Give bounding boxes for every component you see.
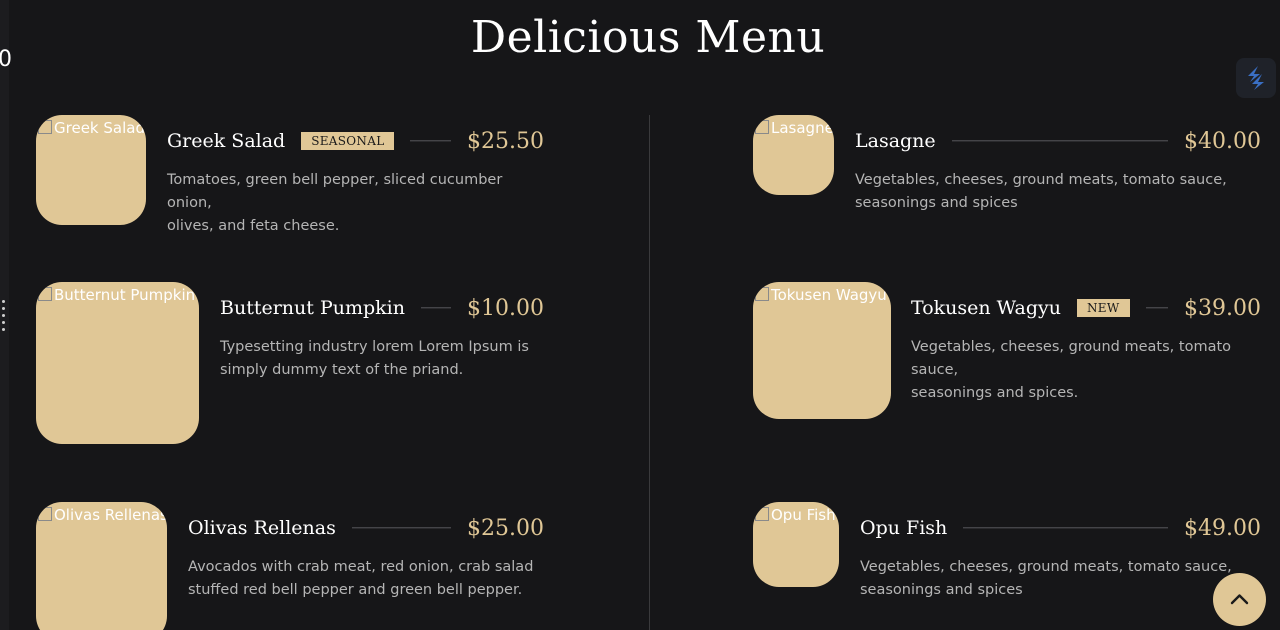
menu-item: Butternut Pumpkin Butternut Pumpkin $10.… (36, 282, 544, 444)
dish-description: Vegetables, cheeses, ground meats, tomat… (860, 559, 1232, 598)
column-divider (649, 115, 650, 630)
dish-image-alt: Greek Salad (38, 119, 145, 137)
dotted-leader (963, 527, 1169, 529)
dish-image: Butternut Pumpkin (36, 282, 199, 444)
menu-item: Olivas Rellenas Olivas Rellenas $25.00 A… (36, 502, 544, 630)
dish-image: Opu Fish (753, 502, 839, 587)
dish-description: Tomatoes, green bell pepper, sliced cucu… (167, 172, 503, 234)
dotted-leader (1145, 307, 1169, 309)
dish-price: $40.00 (1184, 128, 1261, 154)
dish-price: $39.00 (1184, 295, 1261, 321)
dish-name: Lasagne (855, 130, 936, 152)
menu-item: Opu Fish Opu Fish $49.00 Vegetables, che… (753, 502, 1261, 602)
dish-name: Opu Fish (860, 517, 948, 539)
chevron-up-icon (1230, 594, 1249, 605)
dish-image-alt: Lasagne (755, 119, 834, 137)
dish-image-alt: Opu Fish (755, 506, 836, 524)
dish-image: Lasagne (753, 115, 834, 195)
dish-name: Tokusen Wagyu (911, 297, 1061, 319)
dish-price: $10.00 (467, 295, 544, 321)
dish-image-alt: Tokusen Wagyu (755, 286, 887, 304)
extension-logo-icon[interactable] (1236, 58, 1276, 98)
scroll-to-top-button[interactable] (1213, 573, 1266, 626)
menu-item: Tokusen Wagyu Tokusen Wagyu NEW $39.00 V… (753, 282, 1261, 419)
dish-name: Olivas Rellenas (188, 517, 336, 539)
dish-image-alt: Olivas Rellenas (38, 506, 167, 524)
dish-name: Butternut Pumpkin (220, 297, 405, 319)
dish-image: Tokusen Wagyu (753, 282, 891, 419)
menu-item: Lasagne Lasagne $40.00 Vegetables, chees… (753, 115, 1261, 225)
dish-name: Greek Salad (167, 130, 286, 152)
page-title: Delicious Menu (470, 12, 826, 63)
dotted-leader (420, 307, 452, 309)
menu-item: Greek Salad Greek Salad SEASONAL $25.50 … (36, 115, 544, 234)
dish-description: Vegetables, cheeses, ground meats, tomat… (855, 172, 1227, 211)
new-badge: NEW (1077, 299, 1130, 317)
dish-image: Olivas Rellenas (36, 502, 167, 630)
dotted-leader (351, 527, 452, 529)
dish-description: Avocados with crab meat, red onion, crab… (188, 559, 534, 598)
dotted-leader (951, 140, 1169, 142)
dotted-leader (410, 140, 452, 142)
dish-price: $25.00 (467, 515, 544, 541)
dish-price: $49.00 (1184, 515, 1261, 541)
dish-description: Typesetting industry lorem Lorem Ipsum i… (220, 339, 529, 378)
seasonal-badge: SEASONAL (301, 132, 395, 150)
drag-handle-icon[interactable] (2, 300, 5, 340)
dish-image-alt: Butternut Pumpkin (38, 286, 195, 304)
dish-image: Greek Salad (36, 115, 146, 225)
dish-price: $25.50 (467, 128, 544, 154)
dish-description: Vegetables, cheeses, ground meats, tomat… (911, 339, 1232, 401)
